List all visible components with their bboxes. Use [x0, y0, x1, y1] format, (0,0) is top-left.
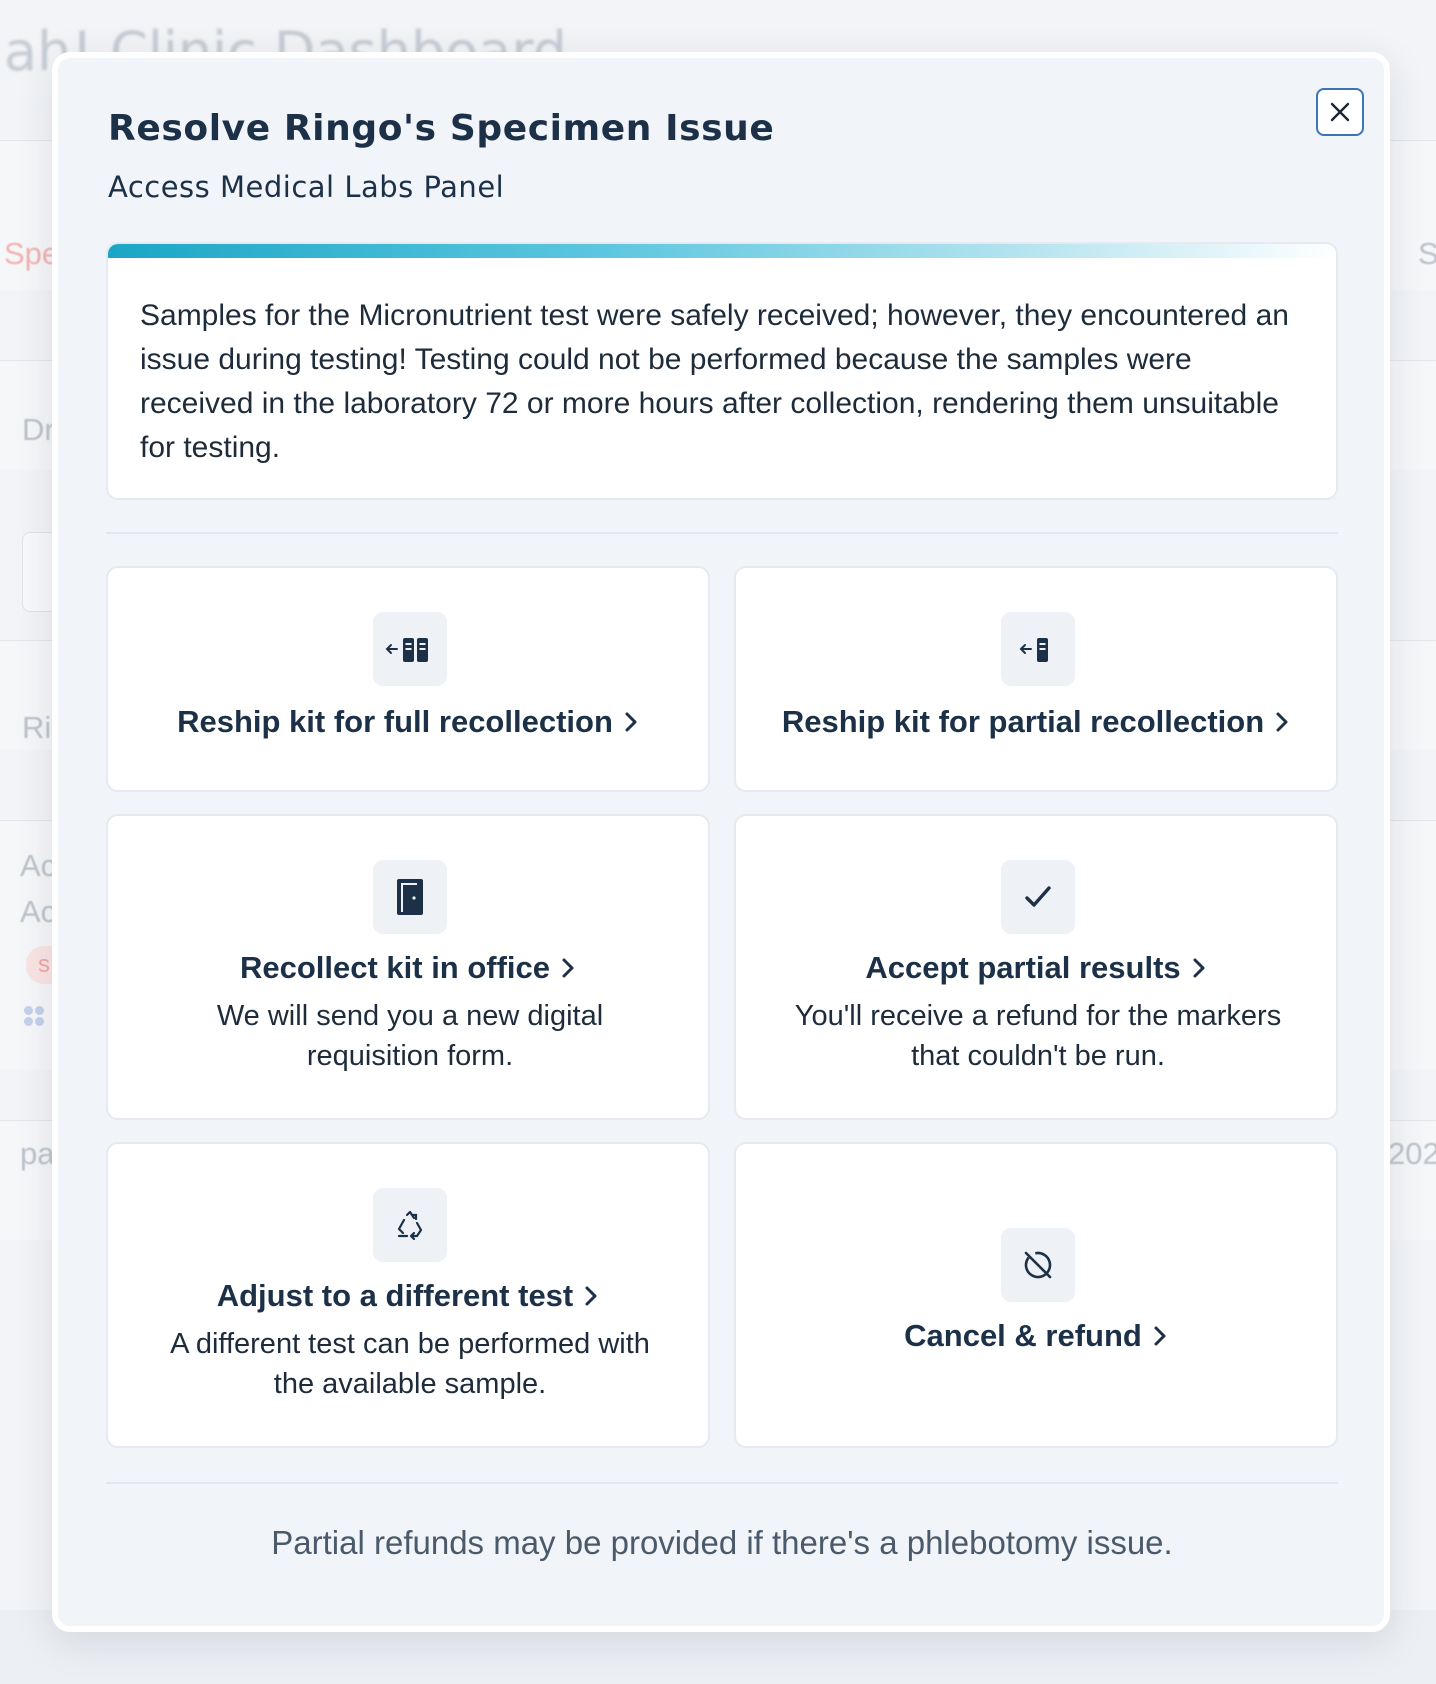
background-fragment: Ac [20, 894, 57, 929]
option-title-text: Reship kit for partial recollection [781, 704, 1265, 739]
issue-progress-bar [108, 244, 1336, 258]
check-icon [1001, 860, 1075, 934]
background-fragment: S [1418, 236, 1436, 271]
recycle-icon [373, 1188, 447, 1262]
option-title-text: Adjust to a different test [216, 1278, 574, 1313]
issue-description: Samples for the Micronutrient test were … [140, 299, 1289, 464]
chevron-right-icon [625, 712, 637, 732]
option-title-text: Recollect kit in office [239, 950, 551, 985]
background-fragment: Dr [22, 412, 55, 447]
option-recollect-in-office[interactable]: Recollect kit in office We will send you… [106, 814, 710, 1120]
option-title-text: Accept partial results [865, 950, 1181, 985]
background-fragment: Ri [22, 710, 52, 745]
divider [106, 532, 1338, 534]
option-title: Accept partial results [736, 950, 1336, 986]
background-fragment: Spe [4, 236, 60, 271]
background-fragment: 202 [1388, 1136, 1436, 1171]
option-title-text: Cancel & refund [904, 1318, 1142, 1353]
refund-footer-note: Partial refunds may be provided if there… [271, 1524, 1173, 1561]
issue-info-card: Samples for the Micronutrient test were … [106, 242, 1338, 500]
background-dots-icon [24, 1006, 52, 1034]
option-description: A different test can be performed with t… [170, 1328, 650, 1400]
option-title: Recollect kit in office [108, 950, 708, 986]
modal-title: Resolve Ringo's Specimen Issue [108, 108, 775, 149]
option-description: You'll receive a refund for the markers … [794, 1000, 1282, 1072]
close-button[interactable] [1316, 88, 1364, 136]
background-fragment: Ac [20, 848, 57, 883]
option-title: Cancel & refund [736, 1318, 1336, 1354]
option-reship-partial-recollection[interactable]: Reship kit for partial recollection [734, 566, 1338, 792]
cancel-icon [1001, 1228, 1075, 1302]
chevron-right-icon [562, 958, 574, 978]
door-icon [373, 860, 447, 934]
background-fragment: pa [20, 1136, 55, 1171]
option-title: Adjust to a different test [108, 1278, 708, 1314]
option-adjust-different-test[interactable]: Adjust to a different test A different t… [106, 1142, 710, 1448]
chevron-right-icon [585, 1286, 597, 1306]
chevron-right-icon [1154, 1326, 1166, 1346]
option-title: Reship kit for full recollection [108, 704, 708, 740]
specimen-issue-modal: Resolve Ringo's Specimen Issue Access Me… [52, 52, 1390, 1632]
chevron-right-icon [1193, 958, 1205, 978]
option-cancel-refund[interactable]: Cancel & refund [734, 1142, 1338, 1448]
reship-full-kit-icon [373, 612, 447, 686]
option-title-text: Reship kit for full recollection [177, 704, 613, 739]
option-description: We will send you a new digital requisiti… [216, 1000, 604, 1072]
modal-subtitle: Access Medical Labs Panel [108, 170, 505, 204]
option-title: Reship kit for partial recollection [736, 704, 1336, 740]
chevron-right-icon [1276, 712, 1288, 732]
option-reship-full-recollection[interactable]: Reship kit for full recollection [106, 566, 710, 792]
option-accept-partial-results[interactable]: Accept partial results You'll receive a … [734, 814, 1338, 1120]
divider [106, 1482, 1338, 1484]
reship-partial-kit-icon [1001, 612, 1075, 686]
close-icon [1330, 102, 1350, 122]
